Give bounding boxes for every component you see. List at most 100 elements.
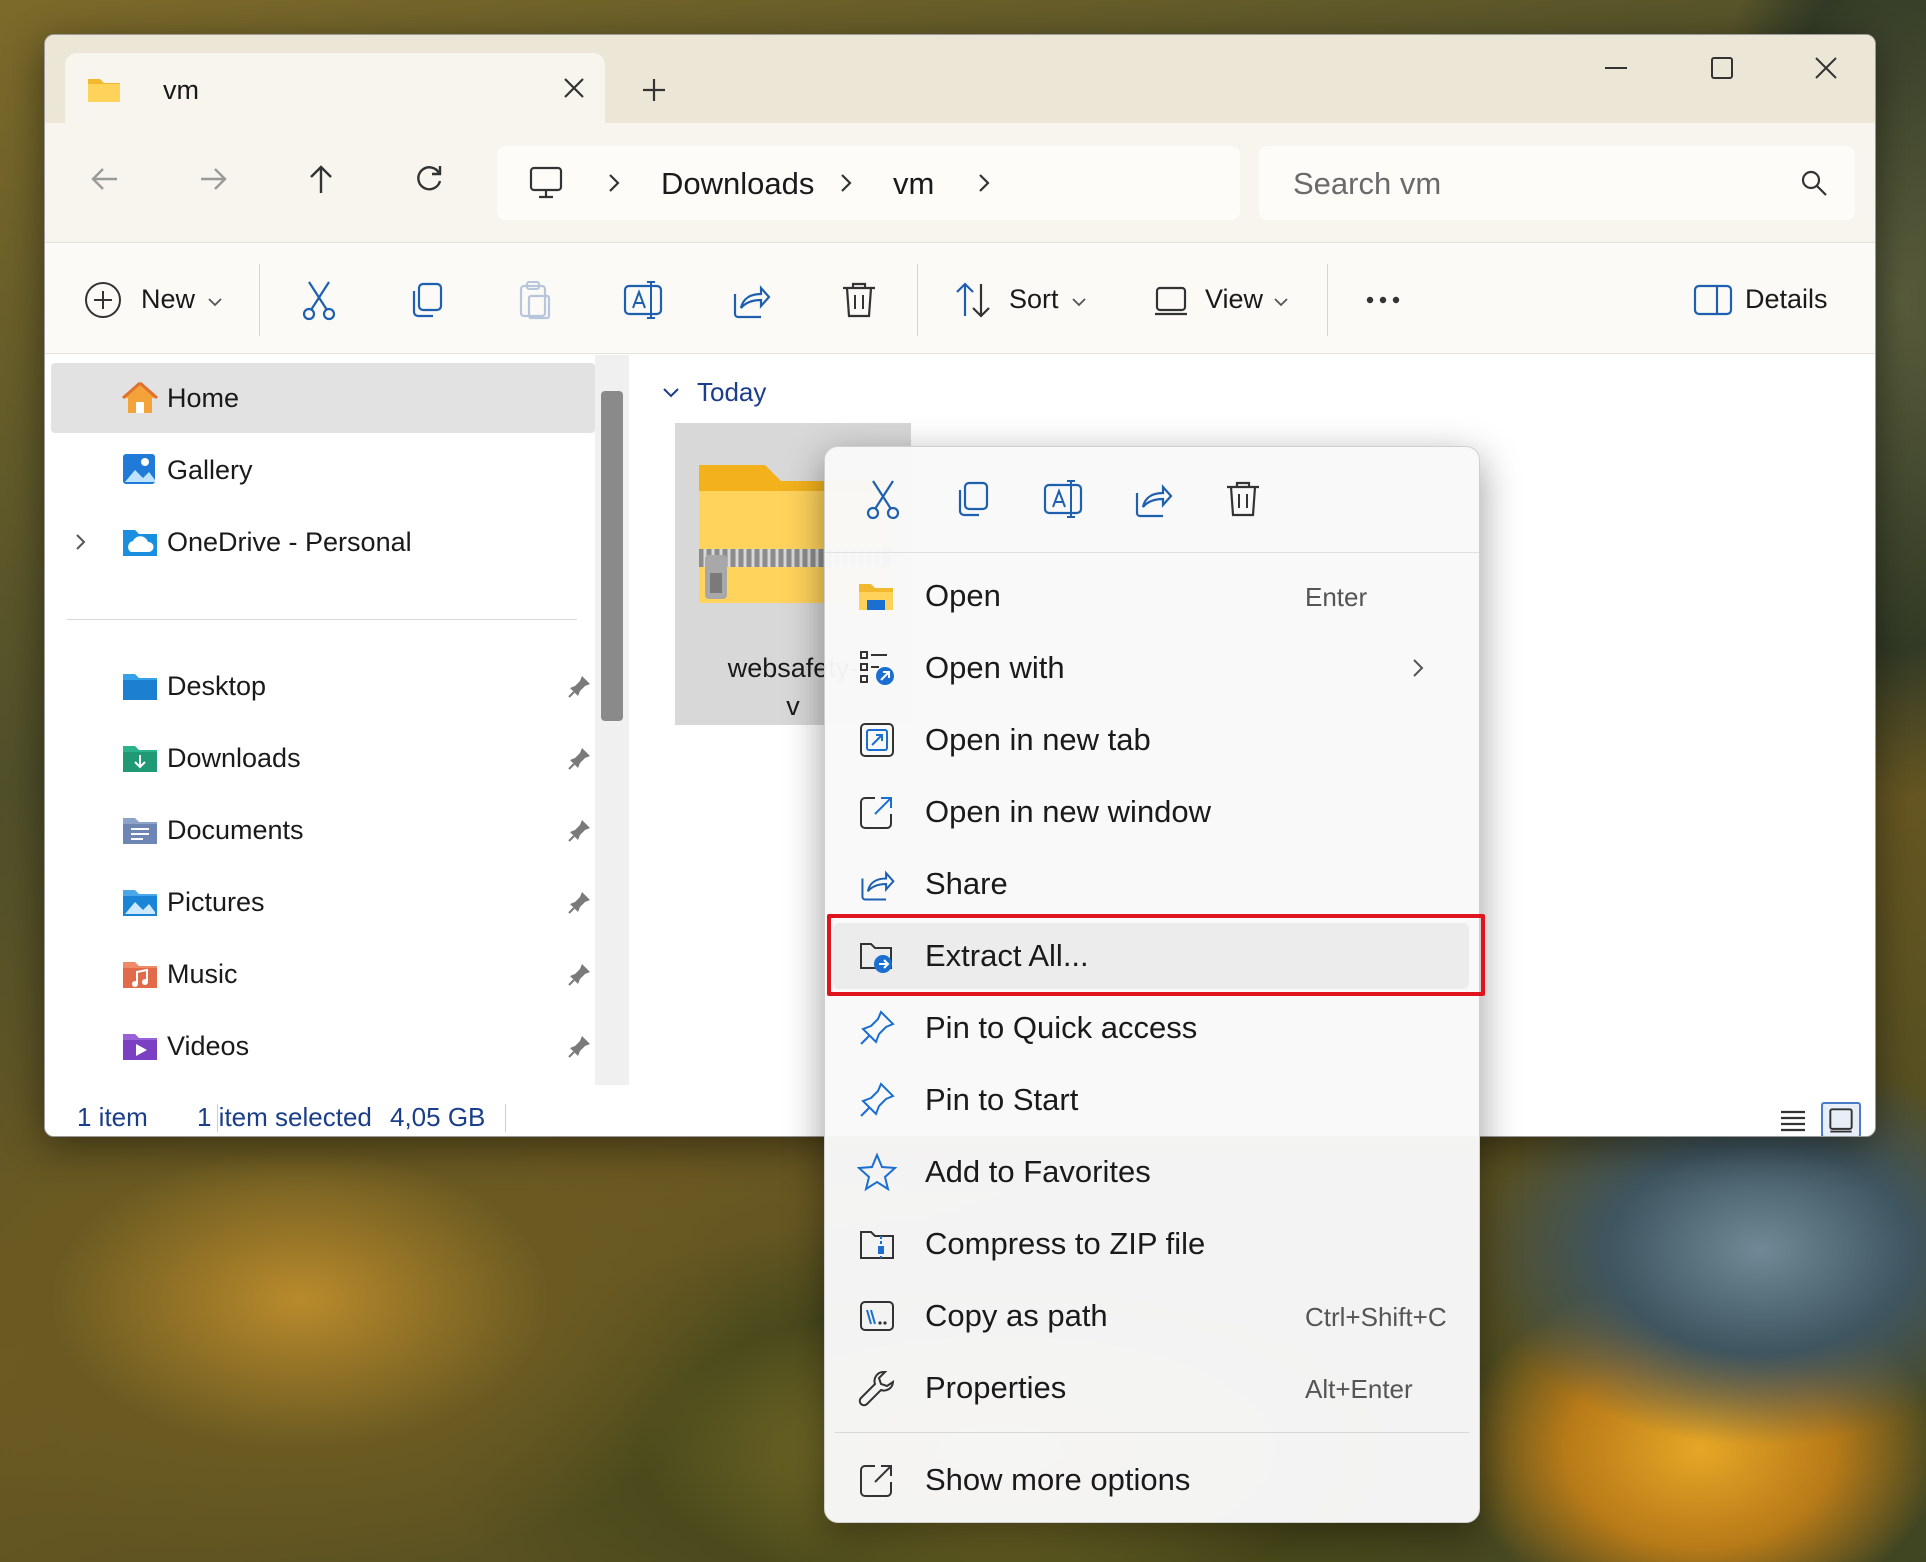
rename-icon[interactable] xyxy=(621,278,665,322)
search-box[interactable]: Search vm xyxy=(1259,146,1855,220)
close-tab-icon[interactable] xyxy=(561,75,587,101)
sidebar-item-home[interactable]: Home xyxy=(51,363,595,433)
chevron-right-icon[interactable] xyxy=(603,170,625,196)
chevron-down-icon[interactable] xyxy=(1069,292,1089,312)
toolbar-divider xyxy=(1327,264,1328,336)
minimize-icon[interactable] xyxy=(1599,51,1633,85)
pin-icon[interactable] xyxy=(567,889,593,915)
sidebar-item-label: Videos xyxy=(167,1031,250,1061)
command-bar: New Sort View Details xyxy=(45,244,1875,354)
pin-icon[interactable] xyxy=(567,817,593,843)
chevron-down-icon[interactable] xyxy=(1271,292,1291,312)
toolbar-divider xyxy=(259,264,260,336)
toolbar-divider xyxy=(917,264,918,336)
sidebar-item-downloads[interactable]: Downloads xyxy=(51,723,595,793)
menu-item-shortcut: Ctrl+Shift+C xyxy=(1305,1302,1447,1332)
menu-item-add-favorites[interactable]: Add to Favorites xyxy=(833,1139,1469,1205)
sidebar-item-onedrive[interactable]: OneDrive - Personal xyxy=(51,507,595,577)
view-icon[interactable] xyxy=(1149,278,1193,322)
sidebar-scrollbar[interactable] xyxy=(601,391,623,721)
view-button[interactable]: View xyxy=(1205,284,1263,315)
navigation-pane: Home Gallery OneDrive - Personal Desktop… xyxy=(45,355,635,1095)
close-window-icon[interactable] xyxy=(1809,51,1843,85)
search-placeholder[interactable]: Search vm xyxy=(1293,166,1441,202)
more-options-icon[interactable] xyxy=(1361,278,1405,322)
pin-icon[interactable] xyxy=(567,673,593,699)
large-icons-view-icon[interactable] xyxy=(1821,1102,1861,1136)
menu-item-label: Add to Favorites xyxy=(925,1154,1151,1189)
context-menu: Open Enter Open with Open in new tab Ope… xyxy=(824,446,1485,1523)
menu-item-shortcut: Enter xyxy=(1305,582,1368,612)
forward-arrow-icon[interactable] xyxy=(195,161,231,197)
sidebar-item-label: Pictures xyxy=(167,887,265,917)
copy-icon[interactable] xyxy=(951,477,995,521)
search-icon[interactable] xyxy=(1799,168,1829,198)
menu-item-label: Copy as path xyxy=(925,1298,1108,1333)
pin-icon[interactable] xyxy=(567,745,593,771)
share-icon[interactable] xyxy=(729,278,773,322)
up-arrow-icon[interactable] xyxy=(303,161,339,197)
pin-icon xyxy=(857,1008,897,1048)
videos-folder-icon xyxy=(121,1028,159,1064)
sidebar-item-documents[interactable]: Documents xyxy=(51,795,595,865)
sidebar-item-label: Documents xyxy=(167,815,304,845)
menu-item-properties[interactable]: Properties Alt+Enter xyxy=(833,1355,1469,1421)
tab-vm[interactable]: vm xyxy=(65,53,605,124)
sort-button[interactable]: Sort xyxy=(1009,284,1059,315)
pin-icon[interactable] xyxy=(567,961,593,987)
menu-item-open-new-window[interactable]: Open in new window xyxy=(833,779,1469,845)
chevron-down-icon[interactable] xyxy=(205,292,225,312)
menu-item-pin-start[interactable]: Pin to Start xyxy=(833,1067,1469,1133)
sidebar-item-desktop[interactable]: Desktop xyxy=(51,651,595,721)
delete-icon[interactable] xyxy=(1221,477,1265,521)
new-plus-icon[interactable] xyxy=(83,280,123,320)
sidebar-item-label: Desktop xyxy=(167,671,267,701)
menu-item-label: Open with xyxy=(925,650,1065,685)
menu-item-label: Pin to Quick access xyxy=(925,1010,1198,1045)
group-header-today[interactable]: Today xyxy=(697,377,766,408)
tab-bar: vm xyxy=(45,35,1875,124)
copy-icon[interactable] xyxy=(405,278,449,322)
chevron-right-icon[interactable] xyxy=(71,531,91,553)
maximize-icon[interactable] xyxy=(1705,51,1739,85)
this-pc-icon[interactable] xyxy=(527,164,565,202)
sidebar-item-music[interactable]: Music xyxy=(51,939,595,1009)
cut-icon[interactable] xyxy=(861,477,905,521)
chevron-right-icon[interactable] xyxy=(973,170,995,196)
sort-icon[interactable] xyxy=(951,278,995,322)
menu-item-copy-path[interactable]: Copy as path Ctrl+Shift+C xyxy=(833,1283,1469,1349)
rename-icon[interactable] xyxy=(1041,477,1085,521)
paste-icon[interactable] xyxy=(513,278,557,322)
menu-item-open-new-tab[interactable]: Open in new tab xyxy=(833,707,1469,773)
pin-icon[interactable] xyxy=(567,1033,593,1059)
breadcrumb-downloads[interactable]: Downloads xyxy=(661,166,814,202)
delete-icon[interactable] xyxy=(837,278,881,322)
sidebar-item-videos[interactable]: Videos xyxy=(51,1011,595,1081)
new-button[interactable]: New xyxy=(141,284,195,315)
share-icon[interactable] xyxy=(1131,477,1175,521)
sidebar-item-pictures[interactable]: Pictures xyxy=(51,867,595,937)
menu-item-show-more-options[interactable]: Show more options xyxy=(833,1447,1469,1513)
address-bar[interactable]: Downloads vm xyxy=(497,146,1240,220)
refresh-icon[interactable] xyxy=(411,161,447,197)
details-view-icon[interactable] xyxy=(1773,1102,1813,1136)
back-arrow-icon[interactable] xyxy=(87,161,123,197)
desktop-folder-icon xyxy=(121,668,159,704)
new-tab-icon xyxy=(857,720,897,760)
menu-item-open-with[interactable]: Open with xyxy=(833,635,1469,701)
menu-item-label: Open in new window xyxy=(925,794,1212,829)
menu-item-compress-zip[interactable]: Compress to ZIP file xyxy=(833,1211,1469,1277)
onedrive-icon xyxy=(121,524,159,560)
chevron-down-icon[interactable] xyxy=(661,385,681,401)
details-button[interactable]: Details xyxy=(1745,284,1828,315)
folder-open-icon xyxy=(857,576,897,616)
cut-icon[interactable] xyxy=(297,278,341,322)
new-tab-icon[interactable] xyxy=(639,75,669,105)
breadcrumb-vm[interactable]: vm xyxy=(893,166,934,202)
menu-item-pin-quick-access[interactable]: Pin to Quick access xyxy=(833,995,1469,1061)
menu-item-open[interactable]: Open Enter xyxy=(833,563,1469,629)
menu-item-share[interactable]: Share xyxy=(833,851,1469,917)
sidebar-item-gallery[interactable]: Gallery xyxy=(51,435,595,505)
details-pane-icon[interactable] xyxy=(1691,278,1735,322)
chevron-right-icon[interactable] xyxy=(835,170,857,196)
